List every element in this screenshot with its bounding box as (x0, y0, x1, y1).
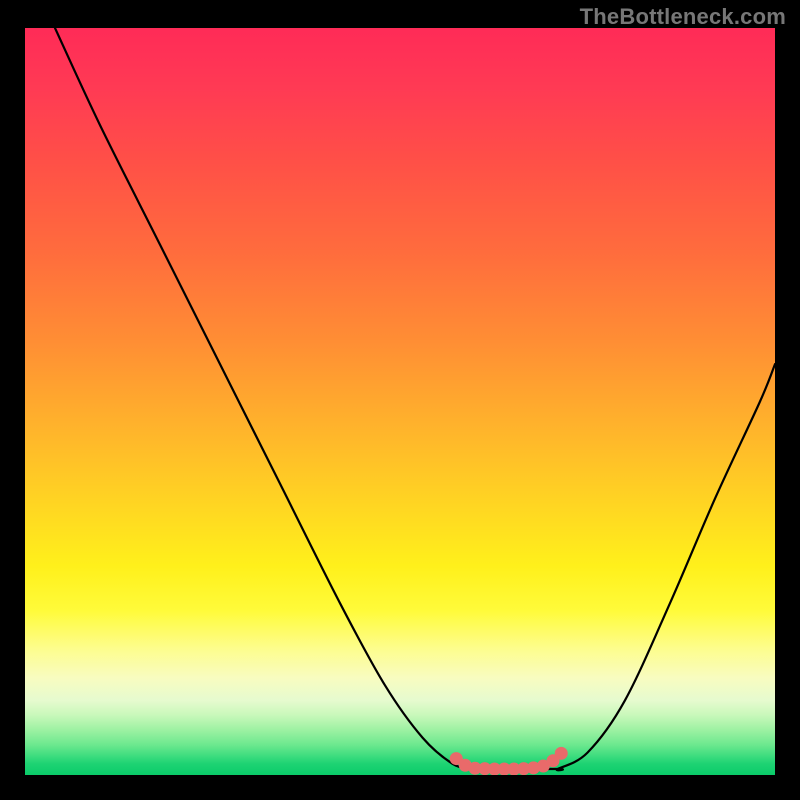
minimum-dots-layer (25, 28, 775, 775)
plot-area (25, 28, 775, 775)
chart-frame: TheBottleneck.com (0, 0, 800, 800)
minimum-dot (555, 747, 568, 760)
minimum-dots-group (450, 747, 568, 775)
watermark-text: TheBottleneck.com (580, 4, 786, 30)
